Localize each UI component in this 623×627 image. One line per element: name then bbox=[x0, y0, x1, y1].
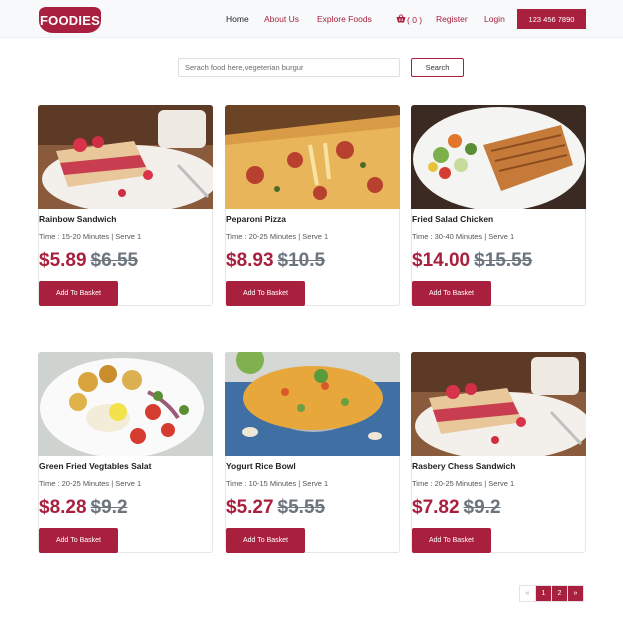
product-card-rainbow-sandwich: Rainbow Sandwich Time : 15-20 Minutes | … bbox=[38, 105, 213, 306]
phone-button[interactable]: 123 456 7890 bbox=[517, 9, 586, 29]
product-price: $5.89 bbox=[39, 250, 87, 271]
product-old-price: $9.2 bbox=[463, 497, 501, 518]
add-to-basket-button[interactable]: Add To Basket bbox=[412, 528, 491, 553]
product-old-price: $10.5 bbox=[277, 250, 326, 271]
product-price: $5.27 bbox=[226, 497, 274, 518]
product-title: Rasbery Chess Sandwich bbox=[412, 461, 516, 471]
product-image bbox=[38, 352, 213, 456]
add-to-basket-button[interactable]: Add To Basket bbox=[226, 528, 305, 553]
nav-link-explore-foods[interactable]: Explore Foods bbox=[317, 14, 372, 24]
nav-link-login[interactable]: Login bbox=[484, 14, 505, 24]
pagination: « 1 2 » bbox=[519, 585, 584, 602]
product-meta: Time : 30-40 Minutes | Serve 1 bbox=[412, 232, 515, 241]
product-meta: Time : 15-20 Minutes | Serve 1 bbox=[39, 232, 142, 241]
product-old-price: $6.55 bbox=[90, 250, 139, 271]
search-button[interactable]: Search bbox=[411, 58, 464, 77]
product-card-rasbery-chess-sandwich: Rasbery Chess Sandwich Time : 20-25 Minu… bbox=[411, 352, 586, 553]
product-meta: Time : 10-15 Minutes | Serve 1 bbox=[226, 479, 329, 488]
product-title: Rainbow Sandwich bbox=[39, 214, 117, 224]
brand-logo[interactable]: FOODIES bbox=[39, 7, 101, 33]
add-to-basket-button[interactable]: Add To Basket bbox=[412, 281, 491, 306]
product-title: Green Fried Vegtables Salat bbox=[39, 461, 152, 471]
product-image bbox=[411, 105, 586, 209]
pagination-next[interactable]: » bbox=[567, 585, 584, 602]
cart-count: ( 0 ) bbox=[407, 14, 423, 25]
nav-link-register[interactable]: Register bbox=[436, 14, 468, 24]
product-price: $8.93 bbox=[226, 250, 274, 271]
product-card-green-fried-vegtables-salat: Green Fried Vegtables Salat Time : 20-25… bbox=[38, 352, 213, 553]
product-old-price: $15.55 bbox=[474, 250, 533, 271]
product-card-peparoni-pizza: Peparoni Pizza Time : 20-25 Minutes | Se… bbox=[225, 105, 400, 306]
add-to-basket-button[interactable]: Add To Basket bbox=[39, 528, 118, 553]
nav-link-about-us[interactable]: About Us bbox=[264, 14, 299, 24]
product-card-fried-salad-chicken: Fried Salad Chicken Time : 30-40 Minutes… bbox=[411, 105, 586, 306]
product-meta: Time : 20-25 Minutes | Serve 1 bbox=[412, 479, 515, 488]
basket-icon bbox=[396, 14, 406, 25]
pagination-prev[interactable]: « bbox=[519, 585, 536, 602]
product-meta: Time : 20-25 Minutes | Serve 1 bbox=[39, 479, 142, 488]
product-image bbox=[411, 352, 586, 456]
product-image bbox=[225, 105, 400, 209]
product-old-price: $9.2 bbox=[90, 497, 128, 518]
product-title: Peparoni Pizza bbox=[226, 214, 286, 224]
add-to-basket-button[interactable]: Add To Basket bbox=[39, 281, 118, 306]
product-price: $14.00 bbox=[412, 250, 471, 271]
nav-link-home[interactable]: Home bbox=[226, 14, 249, 24]
navbar: FOODIES Home About Us Explore Foods ( 0 … bbox=[0, 0, 623, 38]
nav-cart-link[interactable]: ( 0 ) bbox=[396, 14, 422, 25]
product-meta: Time : 20-25 Minutes | Serve 1 bbox=[226, 232, 329, 241]
search-input[interactable] bbox=[178, 58, 400, 77]
product-price: $7.82 bbox=[412, 497, 460, 518]
product-image bbox=[38, 105, 213, 209]
product-title: Fried Salad Chicken bbox=[412, 214, 494, 224]
product-old-price: $5.55 bbox=[277, 497, 326, 518]
product-price: $8.28 bbox=[39, 497, 87, 518]
pagination-page-1[interactable]: 1 bbox=[535, 585, 552, 602]
product-image bbox=[225, 352, 400, 456]
add-to-basket-button[interactable]: Add To Basket bbox=[226, 281, 305, 306]
product-card-yogurt-rice-bowl: Yogurt Rice Bowl Time : 10-15 Minutes | … bbox=[225, 352, 400, 553]
pagination-page-2[interactable]: 2 bbox=[551, 585, 568, 602]
product-title: Yogurt Rice Bowl bbox=[226, 461, 296, 471]
